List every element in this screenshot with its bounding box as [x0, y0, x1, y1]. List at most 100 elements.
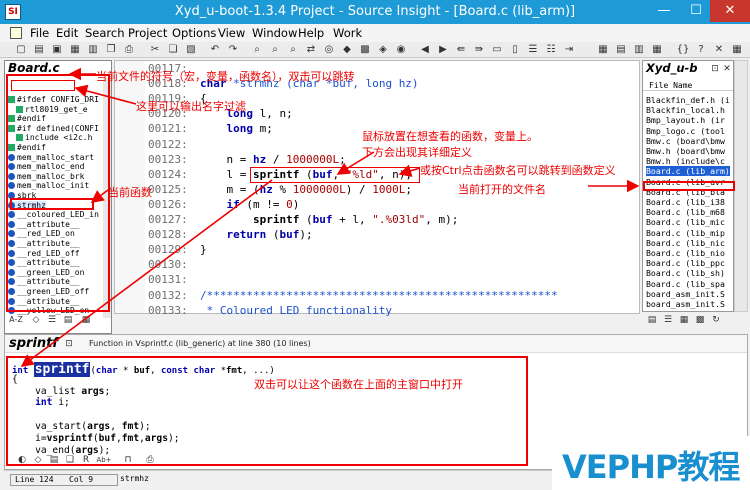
file-name-column[interactable]: File Name [649, 81, 692, 90]
file-list-item[interactable]: Board.c (lib_nic [646, 238, 725, 248]
copy-icon[interactable]: ❐ [104, 43, 118, 56]
menu-search[interactable]: Search [85, 26, 125, 40]
close-panel-icon[interactable]: ✕ [721, 63, 733, 75]
forward-icon[interactable]: ▶ [436, 43, 450, 56]
layout-icon[interactable]: ▤ [614, 43, 628, 56]
project-list-icon[interactable]: ☰ [662, 314, 674, 326]
book-icon[interactable]: ▤ [62, 314, 74, 326]
tile-icon[interactable]: ▦ [730, 43, 744, 56]
menu-work[interactable]: Work [333, 26, 362, 40]
brace-icon[interactable]: {} [676, 43, 690, 56]
new-file-icon[interactable]: ▢ [14, 43, 28, 56]
file-list-item[interactable]: Board.c (lib_spa [646, 279, 725, 289]
redo-icon[interactable]: ↷ [226, 43, 240, 56]
bookmark-icon[interactable]: ◆ [340, 43, 354, 56]
file-list-item[interactable]: Board.c (lib_ppc [646, 258, 725, 268]
list-icon[interactable]: ☰ [526, 43, 540, 56]
project-file-icon[interactable]: ▤ [646, 314, 658, 326]
prev-icon[interactable]: ⇚ [454, 43, 468, 56]
undo-icon[interactable]: ↶ [208, 43, 222, 56]
grid-icon[interactable]: ▦ [596, 43, 610, 56]
watermark: VEPHP教程 [562, 448, 740, 486]
annotation-current-function: 当前函数 [108, 186, 152, 199]
file-list-item[interactable]: Board.c (lib_mip [646, 228, 725, 238]
search-files-icon[interactable]: ⌕ [268, 43, 282, 56]
relation-icon[interactable]: ▩ [358, 43, 372, 56]
lookup-icon[interactable]: ◎ [322, 43, 336, 56]
minimize-button[interactable]: — [648, 0, 680, 22]
columns-icon[interactable]: ▦ [650, 43, 664, 56]
file-list-item[interactable]: Bmw.c (board\bmw [646, 136, 725, 146]
format-icon[interactable]: ☷ [544, 43, 558, 56]
print-icon[interactable]: ⎙ [122, 43, 136, 56]
file-list-item[interactable]: Bmw.h (include\c [646, 156, 725, 166]
menu-window[interactable]: Window [252, 26, 297, 40]
close-x-icon[interactable]: ✕ [712, 43, 726, 56]
paste-icon[interactable]: ▧ [184, 43, 198, 56]
close-button[interactable]: ✕ [710, 0, 750, 22]
file-list-item[interactable]: Board.c (lib_m68 [646, 207, 725, 217]
indent-icon[interactable]: ⇥ [562, 43, 576, 56]
menu-edit[interactable]: Edit [56, 26, 78, 40]
symbol-icon[interactable]: ◈ [376, 43, 390, 56]
window-list-icon[interactable]: ▭ [490, 43, 504, 56]
sort-az-button[interactable]: A-Z [6, 314, 26, 326]
back-icon[interactable]: ◀ [418, 43, 432, 56]
save-icon[interactable]: ▣ [50, 43, 64, 56]
code-line[interactable]: return (buf); [200, 228, 313, 241]
replace-icon[interactable]: ⇄ [304, 43, 318, 56]
project-grid-icon[interactable]: ▦ [678, 314, 690, 326]
file-list-item[interactable]: Board.c (lib_i38 [646, 197, 725, 207]
code-line[interactable]: m = (hz % 1000000L) / 1000L; [200, 183, 411, 196]
pin-icon[interactable]: ⊡ [63, 338, 75, 350]
file-list-item[interactable]: Bmw.h (board\bmw [646, 146, 725, 156]
search-icon[interactable]: ⌕ [250, 43, 264, 56]
category-icon[interactable]: ◇ [30, 314, 42, 326]
panel-icon[interactable]: ▥ [632, 43, 646, 56]
cut-icon[interactable]: ✂ [148, 43, 162, 56]
code-line[interactable]: long m; [200, 122, 273, 135]
copy2-icon[interactable]: ❏ [166, 43, 180, 56]
menu-options[interactable]: Options [172, 26, 216, 40]
file-list-item[interactable]: Board.c (lib_sh) [646, 268, 725, 278]
code-line[interactable]: } [200, 243, 207, 256]
project-sync-icon[interactable]: ↻ [710, 314, 722, 326]
file-list-item[interactable]: board_asm_init.S [646, 299, 725, 309]
maximize-button[interactable]: ☐ [680, 0, 712, 22]
list-view-icon[interactable]: ☰ [46, 314, 58, 326]
menu-help[interactable]: Help [298, 26, 324, 40]
file-list-item[interactable]: Board.c (lib_arm) [646, 166, 730, 177]
project-scrollbar[interactable] [734, 60, 748, 312]
file-list-item[interactable]: Blackfin_def.h (i [646, 95, 730, 105]
menu-project[interactable]: Project [128, 26, 167, 40]
help-icon[interactable]: ? [694, 43, 708, 56]
code-line[interactable]: n = hz / 1000000L; [200, 153, 345, 166]
menu-file[interactable]: File [30, 26, 49, 40]
file-list-item[interactable]: Blackfin_local.h [646, 105, 725, 115]
tile-view-icon[interactable]: ▦ [80, 314, 92, 326]
file-list-item[interactable]: Board.c (lib_nio [646, 248, 725, 258]
project-tile-icon[interactable]: ▩ [694, 314, 706, 326]
code-line[interactable]: if (m != 0) [200, 198, 300, 211]
line-number: 00132: [148, 288, 188, 302]
menu-view[interactable]: View [218, 26, 245, 40]
code-line[interactable]: /***************************************… [200, 289, 558, 302]
next-icon[interactable]: ⇛ [472, 43, 486, 56]
jump-icon[interactable]: ◉ [394, 43, 408, 56]
code-line[interactable]: sprintf (buf + l, ".%03ld", m); [200, 213, 458, 226]
search-project-icon[interactable]: ⌕ [286, 43, 300, 56]
pin-icon[interactable]: ⊡ [709, 63, 721, 75]
file-list-item[interactable]: board_asm_init.S [646, 289, 725, 299]
close-file-icon[interactable]: ▥ [86, 43, 100, 56]
file-list[interactable]: Blackfin_def.h (i Blackfin_local.h Bmp_lay… [643, 95, 733, 311]
code-line[interactable]: * Coloured LED functionality [200, 304, 392, 317]
file-list-header[interactable]: File Name [643, 79, 733, 91]
file-list-item[interactable]: Bmp_logo.c (tool [646, 126, 725, 136]
window-icon[interactable]: ▯ [508, 43, 522, 56]
document-icon[interactable] [10, 27, 22, 39]
annotation-definition: 下方会出现其详细定义 [362, 146, 472, 159]
save-all-icon[interactable]: ▦ [68, 43, 82, 56]
file-list-item[interactable]: Board.c (lib_mic [646, 217, 725, 227]
file-list-item[interactable]: Bmp_layout.h (ir [646, 115, 725, 125]
open-folder-icon[interactable]: ▤ [32, 43, 46, 56]
